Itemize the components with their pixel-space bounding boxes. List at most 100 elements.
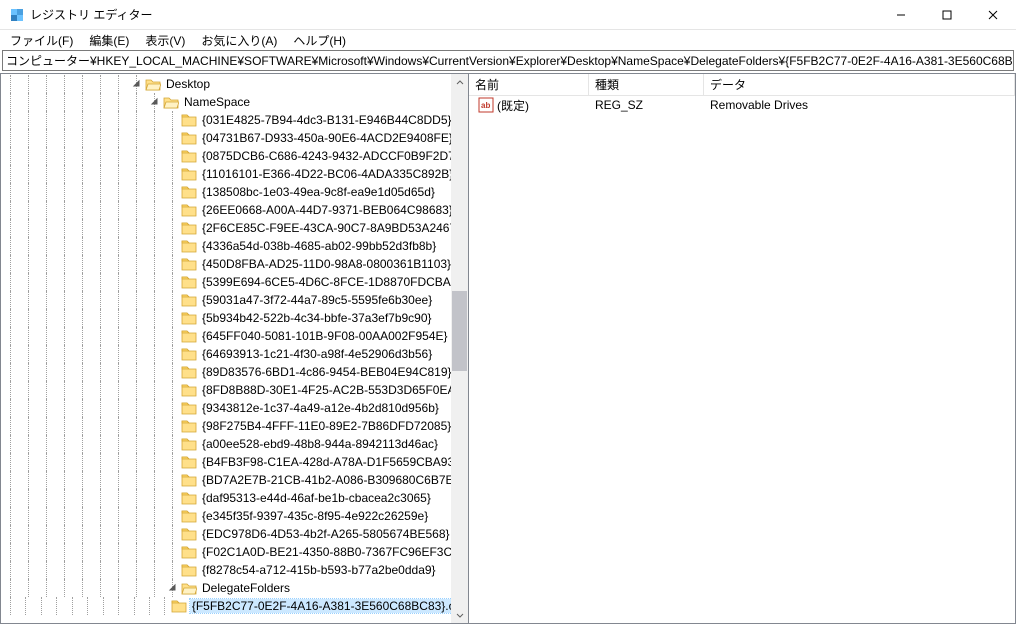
tree-item[interactable]: {138508bc-1e03-49ea-9c8f-ea9e1d05d65d} <box>1 183 468 201</box>
tree-item-label: {F02C1A0D-BE21-4350-88B0-7367FC96EF3C} <box>200 545 458 559</box>
chevron-down-icon[interactable] <box>150 97 160 107</box>
value-data: Removable Drives <box>704 98 1015 112</box>
tree-item-label: {98F275B4-4FFF-11E0-89E2-7B86DFD72085} <box>200 419 453 433</box>
folder-closed-icon <box>181 202 197 218</box>
tree-item-label: {138508bc-1e03-49ea-9c8f-ea9e1d05d65d} <box>200 185 437 199</box>
folder-closed-icon <box>181 490 197 506</box>
tree-scrollbar[interactable] <box>451 74 468 623</box>
address-text: コンピューター¥HKEY_LOCAL_MACHINE¥SOFTWARE¥Micr… <box>6 52 1014 69</box>
folder-closed-icon <box>181 238 197 254</box>
folder-closed-icon <box>181 382 197 398</box>
tree-item[interactable]: {a00ee528-ebd9-48b8-944a-8942113d46ac} <box>1 435 468 453</box>
tree-item[interactable]: {98F275B4-4FFF-11E0-89E2-7B86DFD72085} <box>1 417 468 435</box>
tree-item-selected[interactable]: {F5FB2C77-0E2F-4A16-A381-3E560C68BC83}.o… <box>1 597 468 615</box>
tree-item[interactable]: {04731B67-D933-450a-90E6-4ACD2E9408FE} <box>1 129 468 147</box>
tree-item[interactable]: {4336a54d-038b-4685-ab02-99bb52d3fb8b} <box>1 237 468 255</box>
folder-closed-icon <box>181 562 197 578</box>
tree-item-label: {450D8FBA-AD25-11D0-98A8-0800361B1103} <box>200 257 453 271</box>
list-row[interactable]: (既定)REG_SZRemovable Drives <box>469 96 1015 114</box>
folder-open-icon <box>163 94 179 110</box>
tree-item[interactable]: {11016101-E366-4D22-BC06-4ADA335C892B} <box>1 165 468 183</box>
folder-closed-icon <box>181 454 197 470</box>
tree-item[interactable]: {5b934b42-522b-4c34-bbfe-37a3ef7b9c90} <box>1 309 468 327</box>
list-header-type[interactable]: 種類 <box>589 74 704 95</box>
tree-item[interactable]: {daf95313-e44d-46af-be1b-cbacea2c3065} <box>1 489 468 507</box>
menu-help[interactable]: ヘルプ(H) <box>285 31 354 50</box>
minimize-button[interactable] <box>878 0 924 29</box>
tree-item[interactable]: {89D83576-6BD1-4c86-9454-BEB04E94C819} <box>1 363 468 381</box>
tree-item-label: {BD7A2E7B-21CB-41b2-A086-B309680C6B7E} <box>200 473 460 487</box>
tree-item[interactable]: {0875DCB6-C686-4243-9432-ADCCF0B9F2D7} <box>1 147 468 165</box>
folder-closed-icon <box>181 400 197 416</box>
tree-item-label: {2F6CE85C-F9EE-43CA-90C7-8A9BD53A2467} <box>200 221 462 235</box>
regedit-icon <box>9 7 25 23</box>
menu-favorites[interactable]: お気に入り(A) <box>193 31 285 50</box>
tree-item[interactable]: {031E4825-7B94-4dc3-B131-E946B44C8DD5} <box>1 111 468 129</box>
tree-item[interactable]: {450D8FBA-AD25-11D0-98A8-0800361B1103} <box>1 255 468 273</box>
tree-item[interactable]: {64693913-1c21-4f30-a98f-4e52906d3b56} <box>1 345 468 363</box>
tree-item[interactable]: {F02C1A0D-BE21-4350-88B0-7367FC96EF3C} <box>1 543 468 561</box>
window-title: レジストリ エディター <box>30 6 878 23</box>
tree-item-label: {e345f35f-9397-435c-8f95-4e922c26259e} <box>200 509 430 523</box>
tree-item-label: {26EE0668-A00A-44D7-9371-BEB064C98683} <box>200 203 455 217</box>
tree-item-label: {F5FB2C77-0E2F-4A16-A381-3E560C68BC83}.o… <box>190 599 468 613</box>
tree-item-namespace[interactable]: NameSpace <box>1 93 468 111</box>
tree-item-label: {daf95313-e44d-46af-be1b-cbacea2c3065} <box>200 491 433 505</box>
menu-view[interactable]: 表示(V) <box>137 31 193 50</box>
scroll-down-icon[interactable] <box>451 606 468 623</box>
tree-item[interactable]: {9343812e-1c37-4a49-a12e-4b2d810d956b} <box>1 399 468 417</box>
list-header-data[interactable]: データ <box>704 74 1015 95</box>
menu-edit[interactable]: 編集(E) <box>81 31 137 50</box>
chevron-down-icon[interactable] <box>132 79 142 89</box>
address-bar[interactable]: コンピューター¥HKEY_LOCAL_MACHINE¥SOFTWARE¥Micr… <box>2 50 1014 71</box>
tree-item-label: {04731B67-D933-450a-90E6-4ACD2E9408FE} <box>200 131 455 145</box>
tree-item[interactable]: {e345f35f-9397-435c-8f95-4e922c26259e} <box>1 507 468 525</box>
folder-closed-icon <box>181 220 197 236</box>
tree-item-label: {5399E694-6CE5-4D6C-8FCE-1D8870FDCBA0} <box>200 275 463 289</box>
tree-item-label: {f8278c54-a712-415b-b593-b77a2be0dda9} <box>200 563 438 577</box>
folder-closed-icon <box>181 184 197 200</box>
tree-item-label: {a00ee528-ebd9-48b8-944a-8942113d46ac} <box>200 437 440 451</box>
tree-item[interactable]: {59031a47-3f72-44a7-89c5-5595fe6b30ee} <box>1 291 468 309</box>
tree-item[interactable]: {BD7A2E7B-21CB-41b2-A086-B309680C6B7E} <box>1 471 468 489</box>
tree-item-delegatefolders[interactable]: DelegateFolders <box>1 579 468 597</box>
tree-item-label: NameSpace <box>182 95 252 109</box>
value-type: REG_SZ <box>589 98 704 112</box>
folder-closed-icon <box>181 508 197 524</box>
tree-item-label: {11016101-E366-4D22-BC06-4ADA335C892B} <box>200 167 455 181</box>
folder-closed-icon <box>181 148 197 164</box>
tree-item-label: {645FF040-5081-101B-9F08-00AA002F954E} <box>200 329 450 343</box>
folder-closed-icon <box>181 472 197 488</box>
tree-item-label: {EDC978D6-4D53-4b2f-A265-5805674BE568} <box>200 527 452 541</box>
tree-item[interactable]: {26EE0668-A00A-44D7-9371-BEB064C98683} <box>1 201 468 219</box>
tree-item[interactable]: {8FD8B88D-30E1-4F25-AC2B-553D3D65F0EA} <box>1 381 468 399</box>
tree-item[interactable]: {2F6CE85C-F9EE-43CA-90C7-8A9BD53A2467} <box>1 219 468 237</box>
folder-closed-icon <box>181 364 197 380</box>
tree-item[interactable]: {645FF040-5081-101B-9F08-00AA002F954E} <box>1 327 468 345</box>
tree-item-label: DelegateFolders <box>200 581 292 595</box>
tree-item[interactable]: {B4FB3F98-C1EA-428d-A78A-D1F5659CBA93} <box>1 453 468 471</box>
tree-item-label: {89D83576-6BD1-4c86-9454-BEB04E94C819} <box>200 365 454 379</box>
tree-item[interactable]: {f8278c54-a712-415b-b593-b77a2be0dda9} <box>1 561 468 579</box>
close-button[interactable] <box>970 0 1016 29</box>
tree-item-label: {0875DCB6-C686-4243-9432-ADCCF0B9F2D7} <box>200 149 461 163</box>
tree-item-label: {5b934b42-522b-4c34-bbfe-37a3ef7b9c90} <box>200 311 434 325</box>
folder-open-icon <box>145 76 161 92</box>
chevron-down-icon[interactable] <box>168 583 178 593</box>
tree-item-label: {B4FB3F98-C1EA-428d-A78A-D1F5659CBA93} <box>200 455 460 469</box>
folder-closed-icon <box>181 130 197 146</box>
tree-item[interactable]: {EDC978D6-4D53-4b2f-A265-5805674BE568} <box>1 525 468 543</box>
list-header-name[interactable]: 名前 <box>469 74 589 95</box>
folder-closed-icon <box>181 346 197 362</box>
folder-closed-icon <box>181 274 197 290</box>
maximize-button[interactable] <box>924 0 970 29</box>
menu-file[interactable]: ファイル(F) <box>2 31 81 50</box>
scroll-thumb[interactable] <box>452 291 467 371</box>
tree-item-desktop[interactable]: Desktop <box>1 75 468 93</box>
tree-item-label: {4336a54d-038b-4685-ab02-99bb52d3fb8b} <box>200 239 438 253</box>
scroll-up-icon[interactable] <box>451 74 468 91</box>
folder-closed-icon <box>171 598 187 614</box>
tree-item[interactable]: {5399E694-6CE5-4D6C-8FCE-1D8870FDCBA0} <box>1 273 468 291</box>
value-list-pane: 名前 種類 データ (既定)REG_SZRemovable Drives <box>469 73 1016 624</box>
folder-closed-icon <box>181 544 197 560</box>
